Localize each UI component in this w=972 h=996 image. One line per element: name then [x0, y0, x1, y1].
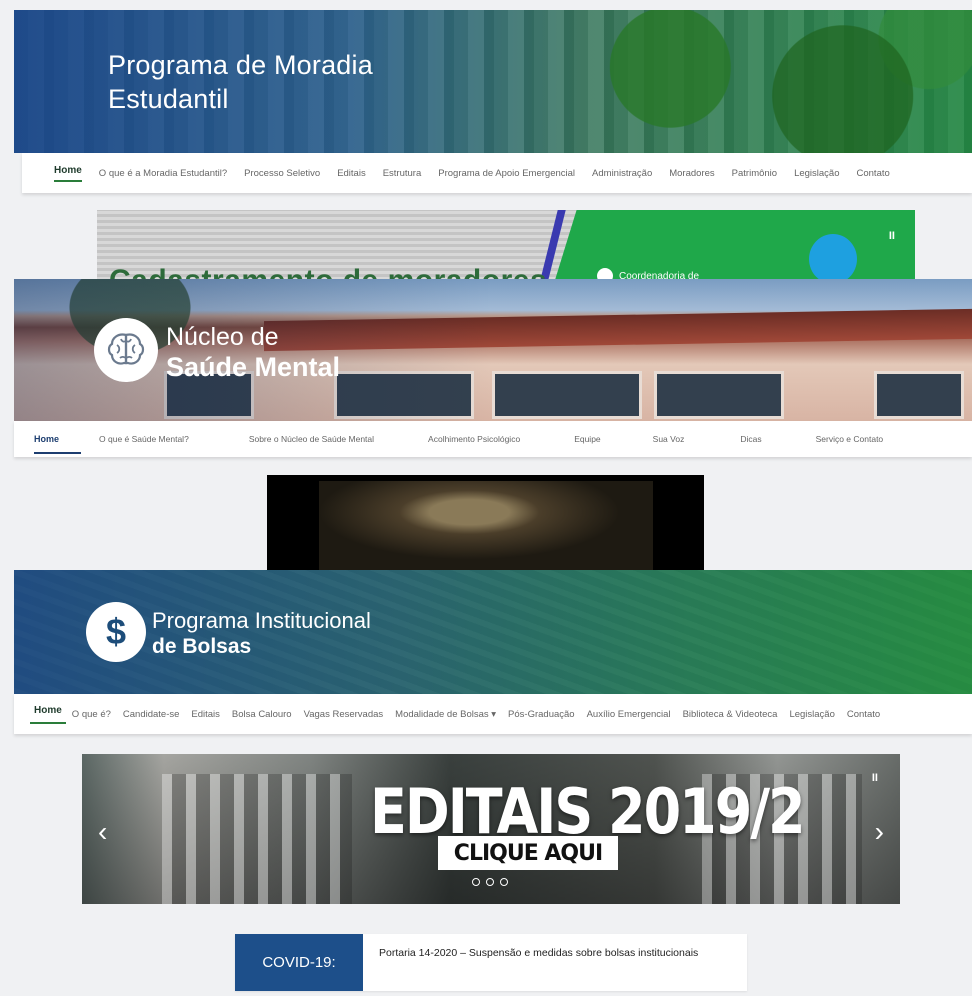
bolsas-title-line2: de Bolsas [152, 635, 252, 658]
bolsas-nav: Home O que é? Candidate-se Editais Bolsa… [14, 694, 972, 734]
bolsas-nav-pos-graduacao[interactable]: Pós-Graduação [508, 709, 575, 720]
slider-dot[interactable] [486, 878, 494, 886]
pause-icon[interactable]: II [889, 230, 895, 242]
bolsas-nav-auxilio-emergencial[interactable]: Auxílio Emergencial [587, 709, 671, 720]
moradia-nav: Home O que é a Moradia Estudantil? Proce… [22, 153, 972, 193]
saude-nav: Home O que é Saúde Mental? Sobre o Núcle… [14, 421, 972, 457]
bolsas-nav-contato[interactable]: Contato [847, 709, 880, 720]
bolsas-nav-candidate-se[interactable]: Candidate-se [123, 709, 180, 720]
moradia-nav-moradores[interactable]: Moradores [669, 168, 714, 179]
saude-nav-servico-contato[interactable]: Serviço e Contato [816, 434, 884, 444]
moradia-nav-editais[interactable]: Editais [337, 168, 366, 179]
bolsas-nav-modalidade-dropdown[interactable]: Modalidade de Bolsas ▾ [395, 709, 496, 720]
saude-title-line1: Núcleo de [166, 323, 279, 351]
bolsas-title-line1: Programa Institucional [152, 608, 371, 633]
bolsas-slider[interactable]: EDITAIS 2019/2 CLIQUE AQUI ‹ › II [82, 754, 900, 904]
trees-background [540, 10, 972, 153]
slider-dot[interactable] [472, 878, 480, 886]
bolsas-nav-home[interactable]: Home [30, 705, 66, 724]
moradia-nav-contato[interactable]: Contato [857, 168, 890, 179]
moradia-title: Programa de Moradia Estudantil [108, 48, 373, 116]
bolsas-nav-editais[interactable]: Editais [191, 709, 220, 720]
bolsas-nav-o-que-e[interactable]: O que é? [72, 709, 111, 720]
video-player[interactable] [267, 475, 704, 570]
pause-icon[interactable]: II [872, 772, 878, 784]
bolsas-nav-bolsa-calouro[interactable]: Bolsa Calouro [232, 709, 292, 720]
dollar-icon: $ [86, 602, 146, 662]
saude-nav-sobre[interactable]: Sobre o Núcleo de Saúde Mental [249, 434, 374, 444]
moradia-slider[interactable]: II Cadastramento de moradores Coordenado… [97, 210, 915, 280]
saude-nav-o-que-e[interactable]: O que é Saúde Mental? [99, 434, 189, 444]
bolsas-nav-vagas-reservadas[interactable]: Vagas Reservadas [304, 709, 384, 720]
moradia-nav-processo-seletivo[interactable]: Processo Seletivo [244, 168, 320, 179]
moradia-title-line1: Programa de Moradia [108, 50, 373, 80]
video-frame [319, 481, 653, 570]
saude-nav-acolhimento[interactable]: Acolhimento Psicológico [428, 434, 520, 444]
saude-nav-home[interactable]: Home [34, 434, 82, 454]
saude-nav-equipe[interactable]: Equipe [574, 434, 600, 444]
bolsas-nav-biblioteca[interactable]: Biblioteca & Videoteca [683, 709, 778, 720]
slider-cta-button[interactable]: CLIQUE AQUI [438, 836, 618, 870]
building-facade [162, 774, 352, 904]
slider-dots [472, 878, 508, 886]
bolsas-nav-legislacao[interactable]: Legislação [789, 709, 834, 720]
saude-nav-sua-voz[interactable]: Sua Voz [653, 434, 685, 444]
moradia-nav-estrutura[interactable]: Estrutura [383, 168, 422, 179]
brain-icon [94, 318, 158, 382]
banner-blue-shape [809, 234, 857, 280]
moradia-nav-patrimonio[interactable]: Patrimônio [732, 168, 777, 179]
moradia-nav-home[interactable]: Home [54, 165, 82, 182]
moradia-nav-o-que-e[interactable]: O que é a Moradia Estudantil? [99, 168, 227, 179]
moradia-title-line2: Estudantil [108, 84, 229, 114]
covid-tag: COVID-19: [235, 934, 363, 991]
moradia-nav-apoio-emergencial[interactable]: Programa de Apoio Emergencial [438, 168, 575, 179]
saude-title-line2: Saúde Mental [166, 352, 341, 382]
saude-nav-dicas[interactable]: Dicas [740, 434, 761, 444]
bolsas-title: Programa Institucional de Bolsas [152, 608, 371, 660]
covid-link-text[interactable]: Portaria 14-2020 – Suspensão e medidas s… [363, 934, 712, 991]
covid-notice[interactable]: COVID-19: Portaria 14-2020 – Suspensão e… [235, 934, 747, 991]
slider-dot[interactable] [500, 878, 508, 886]
moradia-nav-legislacao[interactable]: Legislação [794, 168, 839, 179]
chevron-right-icon[interactable]: › [875, 816, 884, 848]
saude-title: Núcleo de Saúde Mental [166, 322, 340, 382]
chevron-left-icon[interactable]: ‹ [98, 816, 107, 848]
moradia-nav-administracao[interactable]: Administração [592, 168, 652, 179]
banner-headline: Cadastramento de moradores [109, 264, 547, 280]
